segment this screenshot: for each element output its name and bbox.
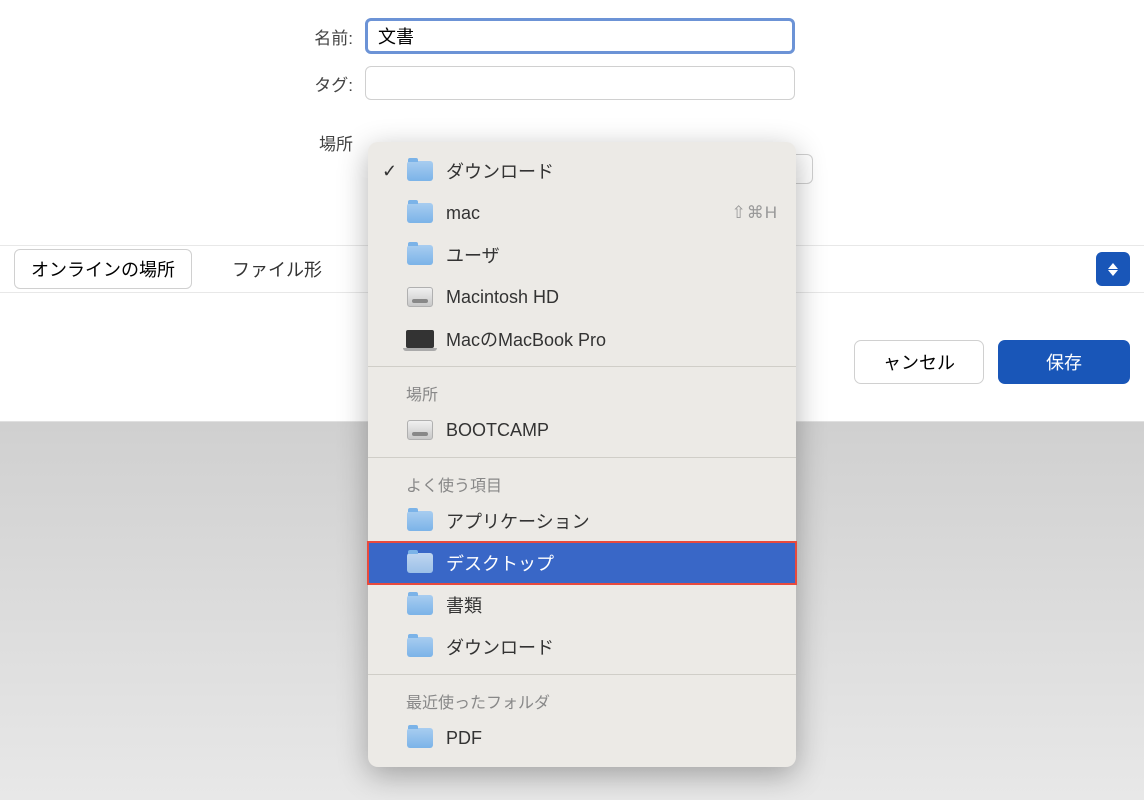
- menu-divider: [368, 457, 796, 458]
- menu-item[interactable]: ユーザ: [368, 234, 796, 276]
- name-row: 名前:: [0, 18, 1144, 54]
- folder-icon: [406, 244, 434, 266]
- checkmark-icon: ✓: [382, 161, 406, 182]
- menu-item-label: MacのMacBook Pro: [446, 326, 606, 352]
- menu-item[interactable]: 書類: [368, 584, 796, 626]
- file-format-stepper[interactable]: [1096, 252, 1130, 286]
- laptop-icon: [406, 328, 434, 350]
- location-select-edge[interactable]: [795, 154, 813, 184]
- name-input[interactable]: [365, 18, 795, 54]
- shortcut-label: ⇧⌘H: [731, 203, 778, 223]
- online-locations-button[interactable]: オンラインの場所: [14, 249, 192, 289]
- section-recent: 最近使ったフォルダ: [368, 681, 796, 717]
- cancel-button[interactable]: ャンセル: [854, 340, 984, 384]
- menu-item-label: Macintosh HD: [446, 287, 559, 308]
- disk-icon: [406, 419, 434, 441]
- name-label: 名前:: [0, 24, 365, 49]
- menu-item[interactable]: デスクトップ: [368, 542, 796, 584]
- menu-divider: [368, 674, 796, 675]
- folder-icon: [406, 510, 434, 532]
- folder-icon: [406, 160, 434, 182]
- menu-item[interactable]: BOOTCAMP: [368, 409, 796, 451]
- menu-item[interactable]: アプリケーション: [368, 500, 796, 542]
- location-dropdown: ✓ ダウンロード mac ⇧⌘H ユーザ Macintosh HD MacのMacBook …: [368, 142, 796, 767]
- menu-item-label: ダウンロード: [446, 634, 554, 660]
- folder-icon: [406, 552, 434, 574]
- menu-item[interactable]: MacのMacBook Pro: [368, 318, 796, 360]
- folder-icon: [406, 727, 434, 749]
- folder-icon: [406, 594, 434, 616]
- menu-item[interactable]: PDF: [368, 717, 796, 759]
- disk-icon: [406, 286, 434, 308]
- section-favorites: よく使う項目: [368, 464, 796, 500]
- save-button[interactable]: 保存: [998, 340, 1130, 384]
- menu-item[interactable]: ダウンロード: [368, 626, 796, 668]
- menu-item-label: 書類: [446, 592, 482, 618]
- tags-label: タグ:: [0, 71, 365, 96]
- section-places: 場所: [368, 373, 796, 409]
- menu-item-label: アプリケーション: [446, 508, 590, 534]
- folder-icon: [406, 636, 434, 658]
- menu-item-label: PDF: [446, 728, 482, 749]
- file-format-label: ファイル形: [232, 256, 322, 282]
- menu-item-label: BOOTCAMP: [446, 420, 549, 441]
- menu-item-label: ユーザ: [446, 242, 500, 268]
- menu-item-label: mac: [446, 203, 480, 224]
- menu-item-label: デスクトップ: [446, 550, 554, 576]
- tags-row: タグ:: [0, 66, 1144, 100]
- folder-icon: [406, 202, 434, 224]
- menu-item[interactable]: mac ⇧⌘H: [368, 192, 796, 234]
- menu-item[interactable]: Macintosh HD: [368, 276, 796, 318]
- menu-item-label: ダウンロード: [446, 158, 554, 184]
- menu-item[interactable]: ✓ ダウンロード: [368, 150, 796, 192]
- location-label: 場所: [0, 130, 365, 155]
- action-buttons: ャンセル 保存: [854, 340, 1130, 384]
- menu-divider: [368, 366, 796, 367]
- tags-input[interactable]: [365, 66, 795, 100]
